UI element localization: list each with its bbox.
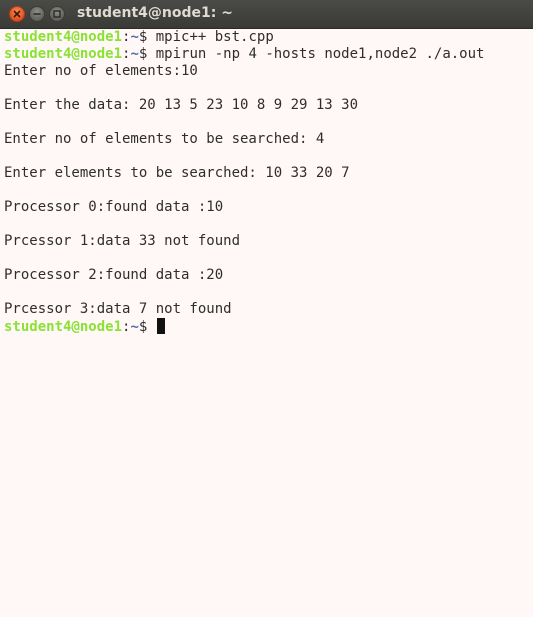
prompt-path: ~ [130,46,139,62]
prompt-path: ~ [130,29,139,45]
prompt-symbol: $ [138,319,156,335]
prompt-user-host: student4@node1 [4,46,123,62]
output-line: Processor 0:found data :10 [4,199,224,215]
output-line: Processor 2:found data :20 [4,267,224,283]
text-cursor [156,318,165,334]
output-line: Enter elements to be searched: 10 33 20 … [4,165,350,181]
prompt-user-host: student4@node1 [4,319,123,335]
minimize-icon [33,13,41,15]
prompt-symbol: $ [138,46,156,62]
title-bar[interactable]: student4@node1: ~ [0,0,533,29]
terminal-content[interactable]: student4@node1:~$ mpic++ bst.cpp student… [4,29,533,335]
command-text: mpirun -np 4 -hosts node1,node2 ./a.out [155,46,485,62]
prompt-path: ~ [130,319,139,335]
maximize-button[interactable] [49,6,65,22]
prompt-user-host: student4@node1 [4,29,123,45]
prompt-line[interactable]: student4@node1:~$ [4,318,533,335]
command-line-2: student4@node1:~$ mpirun -np 4 -hosts no… [4,46,533,63]
command-text: mpic++ bst.cpp [155,29,274,45]
terminal-window: student4@node1: ~ student4@node1:~$ mpic… [0,0,533,617]
maximize-icon [53,10,61,18]
minimize-button[interactable] [29,6,45,22]
output-line: Prcessor 1:data 33 not found [4,233,241,249]
output-line: Prcessor 3:data 7 not found [4,301,232,317]
output-line: Enter the data: 20 13 5 23 10 8 9 29 13 … [4,97,359,113]
close-button[interactable] [9,6,25,22]
output-line: Enter no of elements to be searched: 4 [4,131,325,147]
close-icon [13,10,21,18]
output-line: Enter no of elements:10 [4,63,198,79]
prompt-symbol: $ [138,29,156,45]
window-title: student4@node1: ~ [77,5,233,21]
command-line-1: student4@node1:~$ mpic++ bst.cpp [4,29,533,46]
